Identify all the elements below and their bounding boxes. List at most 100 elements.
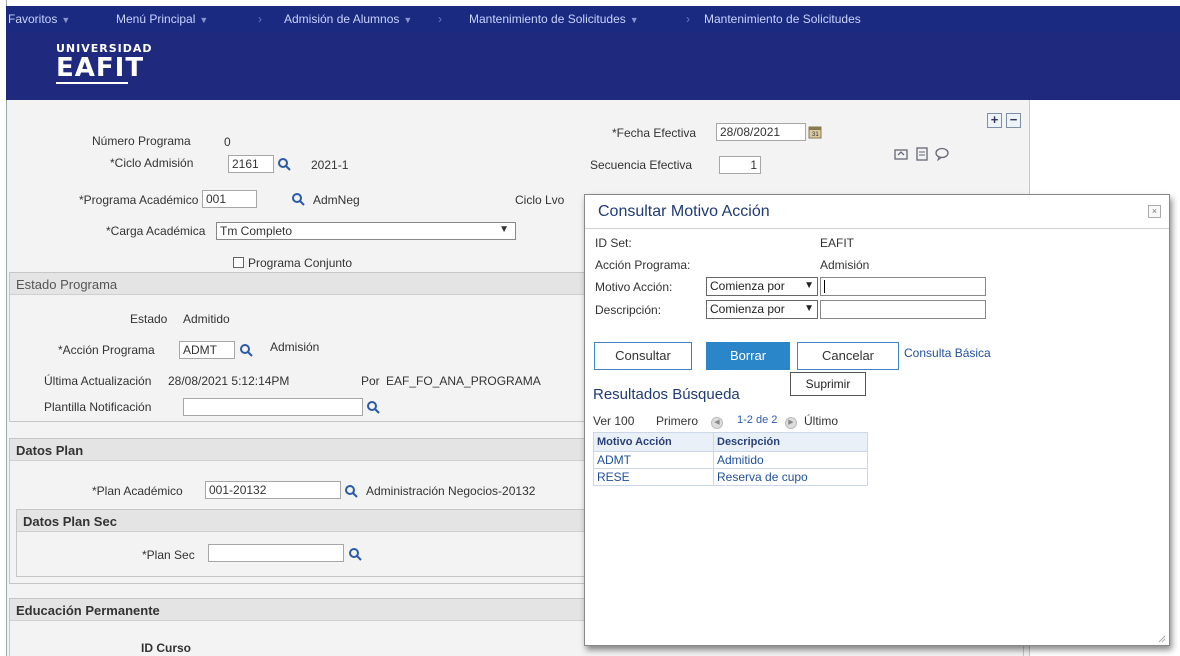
descripcion-input[interactable]	[820, 300, 986, 319]
idset-label: ID Set:	[595, 236, 632, 250]
search-icon[interactable]	[348, 547, 362, 561]
table-header-row: Motivo Acción Descripción	[593, 432, 868, 452]
cell-motivo[interactable]: RESE	[593, 468, 714, 486]
results-title: Resultados Búsqueda	[593, 386, 740, 403]
add-row-button[interactable]: +	[987, 113, 1002, 128]
header-banner: UNIVERSIDAD EAFIT	[6, 32, 1180, 100]
nav-menu-principal[interactable]: Menú Principal ▼	[116, 12, 208, 26]
resize-handle-icon[interactable]	[1156, 632, 1166, 643]
programa-academico-input[interactable]: 001	[202, 190, 257, 208]
id-curso-label: ID Curso	[141, 641, 192, 655]
plantilla-notificacion-label: Plantilla Notificación	[44, 400, 152, 414]
consultar-motivo-accion-dialog: Consultar Motivo Acción × ID Set: EAFIT …	[584, 194, 1170, 646]
cancelar-button[interactable]: Cancelar	[797, 342, 899, 370]
checkbox-icon[interactable]	[233, 257, 244, 268]
estado-value: Admitido	[183, 312, 230, 326]
por-value: EAF_FO_ANA_PROGRAMA	[386, 374, 541, 388]
accion-programa-input[interactable]: ADMT	[179, 341, 235, 359]
motivo-operator-select[interactable]: Comienza por ▼	[706, 277, 818, 296]
table-row[interactable]: RESE Reserva de cupo	[593, 468, 868, 486]
programa-conjunto-label: Programa Conjunto	[248, 256, 353, 270]
column-header-descripcion[interactable]: Descripción	[713, 432, 868, 452]
nav-menu-label: Menú Principal	[116, 12, 196, 26]
breadcrumb-separator-icon: ›	[686, 12, 690, 26]
cell-descripcion[interactable]: Admitido	[713, 451, 868, 469]
ciclo-lvo-label: Ciclo Lvo	[515, 193, 565, 207]
search-icon[interactable]	[291, 192, 305, 206]
carga-academica-label: *Carga Académica	[106, 224, 206, 238]
table-row[interactable]: ADMT Admitido	[593, 451, 868, 469]
accion-programa-label: *Acción Programa	[58, 343, 155, 357]
calendar-icon[interactable]: 31	[808, 125, 822, 139]
consulta-basica-link[interactable]: Consulta Básica	[904, 346, 991, 360]
delete-row-button[interactable]: −	[1006, 113, 1021, 128]
descripcion-operator-value: Comienza por	[710, 302, 785, 316]
pager-last[interactable]: Último	[804, 414, 838, 428]
descripcion-operator-select[interactable]: Comienza por ▼	[706, 300, 818, 319]
chevron-down-icon: ▼	[199, 15, 209, 25]
chevron-down-icon: ▼	[403, 15, 413, 25]
pager-view-all[interactable]: Ver 100	[593, 414, 634, 428]
plan-sec-label: *Plan Sec	[142, 548, 195, 562]
ciclo-admision-label: *Ciclo Admisión	[110, 156, 194, 170]
numero-programa-label: Número Programa	[92, 134, 191, 148]
ultima-actualizacion-value: 28/08/2021 5:12:14PM	[168, 374, 290, 388]
plantilla-notificacion-input[interactable]	[183, 398, 363, 416]
results-pager: Ver 100 Primero ◀ 1-2 de 2 ▶ Último	[593, 414, 839, 429]
plan-academico-desc: Administración Negocios-20132	[366, 484, 536, 498]
estado-label: Estado	[130, 312, 168, 326]
chat-icon[interactable]	[935, 147, 949, 162]
tooltip: Suprimir	[790, 372, 866, 396]
plan-academico-input[interactable]: 001-20132	[205, 481, 341, 499]
text-cursor	[824, 280, 825, 293]
search-icon[interactable]	[344, 484, 358, 498]
breadcrumb-separator-icon: ›	[438, 12, 442, 26]
logo-line2: EAFIT	[56, 53, 145, 83]
search-icon[interactable]	[239, 343, 253, 357]
related-content-icon[interactable]	[894, 147, 908, 161]
carga-academica-select[interactable]: Tm Completo ▼	[216, 222, 516, 240]
close-icon[interactable]: ×	[1148, 205, 1161, 218]
motivo-operator-value: Comienza por	[710, 279, 785, 293]
accion-programa-value: Admisión	[820, 258, 870, 272]
accion-programa-label: Acción Programa:	[595, 258, 691, 272]
pager-range: 1-2 de 2	[737, 414, 778, 426]
pager-first[interactable]: Primero	[656, 414, 698, 428]
numero-programa-value: 0	[224, 135, 231, 149]
column-header-motivo[interactable]: Motivo Acción	[593, 432, 714, 452]
fecha-efectiva-input[interactable]: 28/08/2021	[716, 123, 806, 141]
carga-academica-value: Tm Completo	[220, 224, 293, 238]
secuencia-efectiva-input[interactable]: 1	[719, 156, 761, 174]
breadcrumb-admision[interactable]: Admisión de Alumnos ▼	[284, 12, 412, 26]
chevron-down-icon: ▼	[61, 15, 71, 25]
breadcrumb-mantenimiento[interactable]: Mantenimiento de Solicitudes ▼	[469, 12, 639, 26]
ciclo-admision-input[interactable]: 2161	[228, 155, 274, 173]
chevron-down-icon: ▼	[804, 280, 814, 291]
breadcrumb-separator-icon: ›	[258, 12, 262, 26]
top-navigation-bar: Favoritos ▼ Menú Principal ▼ › Admisión de…	[6, 6, 1180, 32]
search-icon[interactable]	[277, 157, 291, 171]
motivo-accion-input[interactable]	[820, 277, 986, 296]
cell-motivo[interactable]: ADMT	[593, 451, 714, 469]
notes-icon[interactable]	[915, 147, 929, 161]
accion-programa-desc: Admisión	[270, 340, 320, 354]
svg-text:31: 31	[812, 132, 819, 138]
breadcrumb-admision-label: Admisión de Alumnos	[284, 12, 400, 26]
breadcrumb-mantenimiento-label: Mantenimiento de Solicitudes	[469, 12, 626, 26]
search-icon[interactable]	[366, 400, 380, 414]
chevron-down-icon: ▼	[804, 303, 814, 314]
borrar-button[interactable]: Borrar	[706, 342, 790, 370]
cell-descripcion[interactable]: Reserva de cupo	[713, 468, 868, 486]
ultima-actualizacion-label: Última Actualización	[44, 374, 152, 388]
plan-sec-input[interactable]	[208, 544, 344, 562]
programa-conjunto-checkbox[interactable]: Programa Conjunto	[233, 256, 352, 270]
plan-academico-label: *Plan Académico	[92, 484, 183, 498]
ciclo-admision-desc: 2021-1	[311, 158, 349, 172]
nav-favoritos-label: Favoritos	[8, 12, 58, 26]
programa-academico-label: *Programa Académico	[79, 193, 199, 207]
nav-favoritos[interactable]: Favoritos ▼	[8, 12, 70, 26]
por-label: Por	[361, 374, 380, 388]
fecha-efectiva-label: *Fecha Efectiva	[612, 126, 697, 140]
dialog-title: Consultar Motivo Acción	[598, 203, 770, 220]
consultar-button[interactable]: Consultar	[594, 342, 692, 370]
